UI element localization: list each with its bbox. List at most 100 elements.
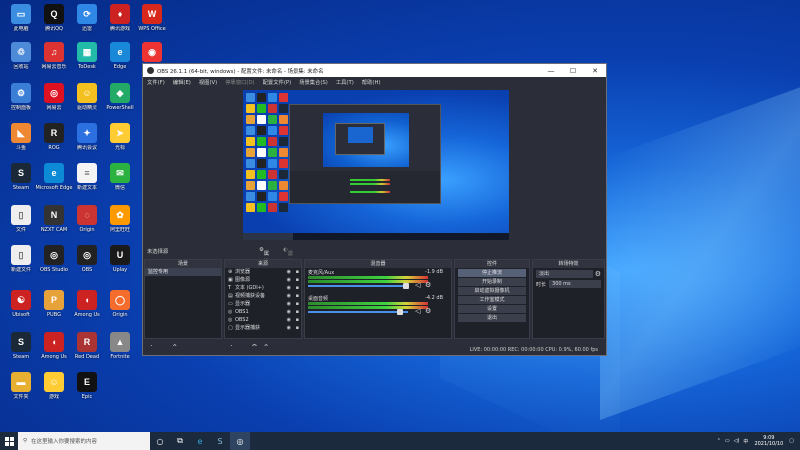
source-item[interactable]: ◎ OBS1 ◉ ▪ — [225, 308, 301, 316]
chevron-up-icon[interactable]: ⌃ — [717, 438, 721, 444]
eye-icon[interactable]: ◉ — [287, 308, 291, 316]
desktop-icon[interactable]: ♲ 回收站 — [4, 42, 38, 82]
eye-icon[interactable]: ◉ — [287, 292, 291, 300]
menu-edit[interactable]: 编辑(E) — [173, 78, 191, 86]
steam-taskbar-icon[interactable]: S — [210, 432, 230, 450]
menu-profile[interactable]: 配置文件(P) — [263, 78, 292, 86]
desktop-icon[interactable]: ◯ Origin — [103, 290, 137, 330]
control-button[interactable]: 设置 — [458, 305, 526, 313]
gear-icon[interactable]: ⚙ — [425, 307, 431, 315]
desktop-icon[interactable]: U Uplay — [103, 245, 137, 285]
obs-taskbar-icon[interactable]: ◎ — [230, 432, 250, 450]
eye-icon[interactable]: ◉ — [287, 324, 291, 332]
volume-slider[interactable] — [308, 311, 408, 313]
source-item[interactable]: ▭ 显示器 ◉ ▪ — [225, 300, 301, 308]
minimize-button[interactable]: — — [540, 67, 562, 75]
lock-icon[interactable]: ▪ — [296, 324, 299, 332]
desktop-icon[interactable]: ⟳ 迅雷 — [70, 4, 104, 44]
control-button[interactable]: 启动虚拟摄像机 — [458, 287, 526, 295]
desktop-icon[interactable]: S Steam — [4, 332, 38, 372]
start-button[interactable] — [0, 432, 18, 450]
eye-icon[interactable]: ◉ — [287, 284, 291, 292]
menu-docks[interactable]: 停靠窗口(D) — [225, 78, 254, 86]
lock-icon[interactable]: ▪ — [296, 284, 299, 292]
desktop-icon[interactable]: N NZXT CAM — [37, 205, 71, 245]
menu-file[interactable]: 文件(F) — [147, 78, 165, 86]
close-button[interactable]: ✕ — [584, 67, 606, 75]
desktop-icon[interactable]: ◖ Among Us — [37, 332, 71, 372]
speaker-icon[interactable]: ◁ — [415, 307, 420, 315]
taskbar-search[interactable]: ⚲ 在这里输入你要搜索的内容 — [18, 432, 150, 450]
desktop-icon[interactable]: e Edge — [103, 42, 137, 82]
desktop-icon[interactable]: ▭ 此电脑 — [4, 4, 38, 44]
control-button[interactable]: 工作室模式 — [458, 296, 526, 304]
duration-input[interactable]: 300 ms — [549, 280, 601, 288]
eye-icon[interactable]: ◉ — [287, 316, 291, 324]
eye-icon[interactable]: ◉ — [287, 300, 291, 308]
desktop-icon[interactable]: ◌ Origin — [70, 205, 104, 245]
desktop-icon[interactable]: ✦ 腾讯会议 — [70, 123, 104, 163]
obs-title-bar[interactable]: OBS 26.1.1 (64-bit, windows) - 配置文件: 未命名… — [143, 64, 606, 77]
desktop-icon[interactable]: W WPS Office — [135, 4, 169, 44]
menu-scene-collection[interactable]: 场景集合(S) — [299, 78, 328, 86]
desktop-icon[interactable]: ◣ 斗鱼 — [4, 123, 38, 163]
source-item[interactable]: ▢ 显示器捕获 ◉ ▪ — [225, 324, 301, 332]
desktop-icon[interactable]: ♦ 腾讯游戏 — [103, 4, 137, 44]
desktop-icon[interactable]: ☯ Ubisoft — [4, 290, 38, 330]
desktop-icon[interactable]: ☺ 游戏 — [37, 372, 71, 412]
cortana-icon[interactable]: ○ — [150, 432, 170, 450]
desktop-icon[interactable]: ◆ PowerShell — [103, 83, 137, 123]
desktop-icon[interactable]: ✿ 阿里旺旺 — [103, 205, 137, 245]
maximize-button[interactable]: ☐ — [562, 67, 584, 75]
desktop-icon[interactable]: ➤ 光标 — [103, 123, 137, 163]
language-indicator[interactable]: 中 — [743, 438, 748, 445]
source-item[interactable]: T 文本 (GDI+) ◉ ▪ — [225, 284, 301, 292]
desktop-icon[interactable]: ◎ 网易云 — [37, 83, 71, 123]
volume-slider[interactable] — [308, 285, 408, 287]
edge-taskbar-icon[interactable]: e — [190, 432, 210, 450]
desktop-icon[interactable]: ≡ 新建文本 — [70, 163, 104, 203]
source-item[interactable]: ▣ 图像源 ◉ ▪ — [225, 276, 301, 284]
desktop-icon[interactable]: ◎ OBS — [70, 245, 104, 285]
desktop-icon[interactable]: ⚙ 控制面板 — [4, 83, 38, 123]
filters-button[interactable]: ◐ 滤镜 — [283, 247, 293, 265]
menu-help[interactable]: 帮助(H) — [362, 78, 381, 86]
lock-icon[interactable]: ▪ — [296, 276, 299, 284]
speaker-icon[interactable]: ◁ — [415, 281, 420, 289]
desktop-icon[interactable]: ▯ 文件 — [4, 205, 38, 245]
lock-icon[interactable]: ▪ — [296, 292, 299, 300]
desktop-icon[interactable]: Q 腾讯QQ — [37, 4, 71, 44]
menu-tools[interactable]: 工具(T) — [336, 78, 354, 86]
desktop-icon[interactable]: ♫ 网易云音乐 — [37, 42, 71, 82]
network-icon[interactable]: ▭ — [725, 438, 730, 444]
eye-icon[interactable]: ◉ — [287, 276, 291, 284]
gear-icon[interactable]: ⚙ — [595, 270, 601, 278]
volume-knob[interactable] — [403, 283, 409, 289]
lock-icon[interactable]: ▪ — [296, 300, 299, 308]
lock-icon[interactable]: ▪ — [296, 268, 299, 276]
task-view-icon[interactable]: ⧉ — [170, 432, 190, 450]
desktop-icon[interactable]: S Steam — [4, 163, 38, 203]
lock-icon[interactable]: ▪ — [296, 316, 299, 324]
gear-icon[interactable]: ⚙ — [425, 281, 431, 289]
desktop-icon[interactable]: ▦ ToDesk — [70, 42, 104, 82]
properties-button[interactable]: ⚙ 属性 — [259, 247, 269, 265]
desktop-icon[interactable]: R ROG — [37, 123, 71, 163]
desktop-icon[interactable]: e Microsoft Edge — [36, 163, 72, 203]
source-item[interactable]: ◎ OBS2 ◉ ▪ — [225, 316, 301, 324]
desktop-icon[interactable]: ✉ 微信 — [103, 163, 137, 203]
desktop-icon[interactable]: ◎ OBS Studio — [37, 245, 71, 285]
source-item[interactable]: ▤ 视频捕获设备 ◉ ▪ — [225, 292, 301, 300]
desktop-icon[interactable]: R Red Dead — [70, 332, 104, 372]
source-item[interactable]: ⊕ 浏览器 ◉ ▪ — [225, 268, 301, 276]
lock-icon[interactable]: ▪ — [296, 308, 299, 316]
menu-view[interactable]: 视图(V) — [199, 78, 217, 86]
control-button[interactable]: 开始录制 — [458, 278, 526, 286]
preview-canvas[interactable] — [243, 90, 509, 240]
volume-icon[interactable]: ◁) — [734, 438, 740, 444]
notification-icon[interactable]: ▢ — [789, 438, 794, 444]
volume-knob[interactable] — [397, 309, 403, 315]
scene-item[interactable]: 监控专用 — [145, 268, 221, 276]
desktop-icon[interactable]: E Epic — [70, 372, 104, 412]
desktop-icon[interactable]: ▬ 文件夹 — [4, 372, 38, 412]
